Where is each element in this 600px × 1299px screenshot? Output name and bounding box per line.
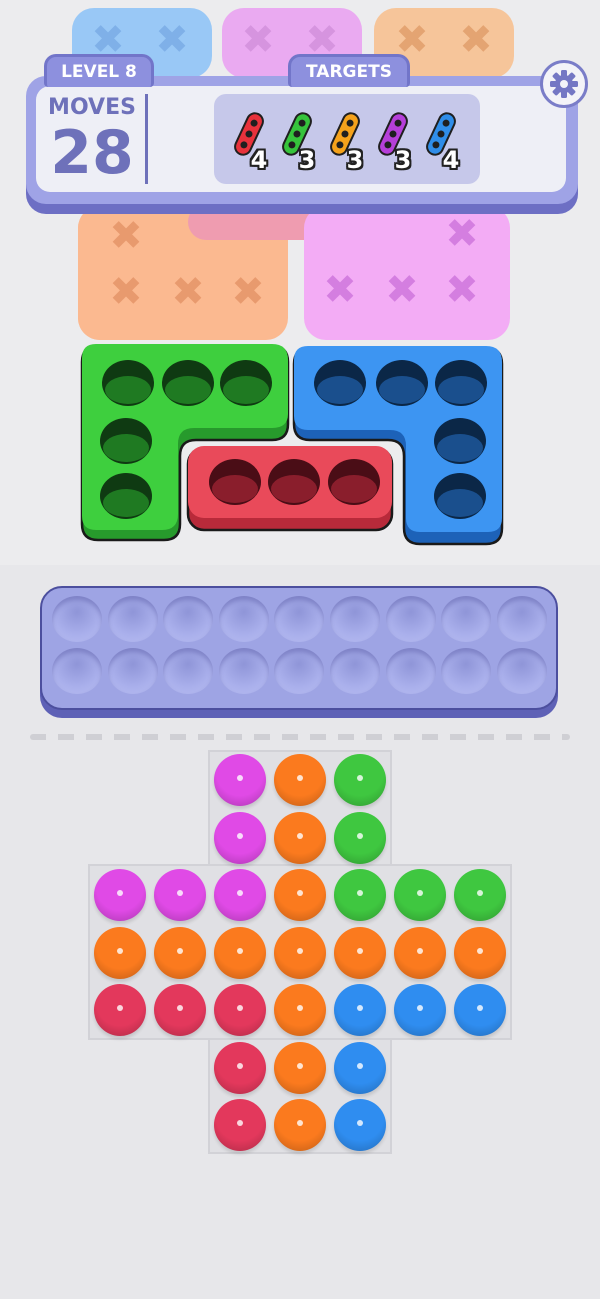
tray-slot [386,596,436,642]
tray-slot [163,648,213,694]
orange-ball[interactable] [274,1099,326,1151]
magenta-ball[interactable] [214,754,266,806]
tray-slot [163,596,213,642]
red-ball[interactable] [214,1099,266,1151]
tray-slot [330,648,380,694]
blue-ball[interactable] [334,984,386,1036]
tray-slot [108,648,158,694]
tray-slot [274,596,324,642]
green-ball[interactable] [394,869,446,921]
tray-slot [386,648,436,694]
tray-slot [441,596,491,642]
red-bar-piece[interactable] [186,446,394,532]
blue-ball[interactable] [454,984,506,1036]
orange-ball[interactable] [214,927,266,979]
orange-ball[interactable] [94,927,146,979]
tray-slot [219,596,269,642]
orange-ball[interactable] [274,754,326,806]
green-ball[interactable] [334,869,386,921]
active-pieces-layer [80,344,504,546]
tray-slot [497,648,547,694]
green-ball[interactable] [334,812,386,864]
tray-slot [108,596,158,642]
orange-ball[interactable] [274,1042,326,1094]
tray-slot [52,648,102,694]
red-ball[interactable] [154,984,206,1036]
orange-ball[interactable] [274,869,326,921]
tray-slot [497,596,547,642]
blue-ball[interactable] [394,984,446,1036]
dashed-divider [30,734,570,740]
orange-ball[interactable] [334,927,386,979]
magenta-ball[interactable] [94,869,146,921]
orange-ball[interactable] [274,984,326,1036]
orange-ball[interactable] [454,927,506,979]
tray-slot [330,596,380,642]
magenta-ball[interactable] [154,869,206,921]
magenta-ball[interactable] [214,869,266,921]
red-ball[interactable] [94,984,146,1036]
tray-slot [52,596,102,642]
blue-ball[interactable] [334,1099,386,1151]
orange-ball[interactable] [394,927,446,979]
orange-ball[interactable] [274,927,326,979]
magenta-ball[interactable] [214,812,266,864]
red-ball[interactable] [214,1042,266,1094]
blue-ball[interactable] [334,1042,386,1094]
red-ball[interactable] [214,984,266,1036]
orange-ball[interactable] [274,812,326,864]
tray-slot [219,648,269,694]
green-ball[interactable] [334,754,386,806]
tray-slot [274,648,324,694]
tray-slot [441,648,491,694]
orange-ball[interactable] [154,927,206,979]
green-ball[interactable] [454,869,506,921]
